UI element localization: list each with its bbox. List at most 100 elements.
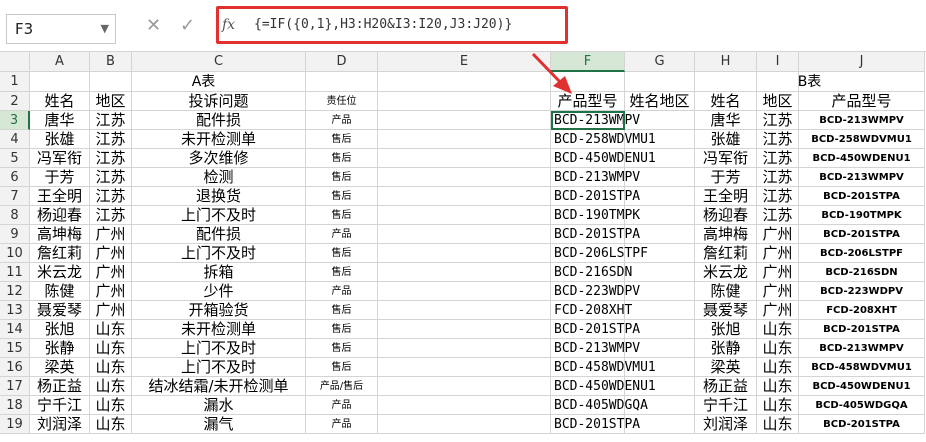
table-b-cell[interactable]: 山东 — [757, 415, 799, 434]
cell[interactable] — [378, 301, 551, 320]
table-b-cell[interactable]: BCD-223WDPV — [799, 282, 925, 301]
cell[interactable] — [625, 263, 695, 282]
table-a-header[interactable]: 责任位 — [306, 92, 378, 111]
name-box[interactable]: F3 ▼ — [6, 14, 116, 44]
table-a-cell[interactable]: 产品/售后 — [306, 377, 378, 396]
cell[interactable] — [378, 339, 551, 358]
table-b-cell[interactable]: BCD-201STPA — [799, 320, 925, 339]
table-a-cell[interactable]: 张雄 — [30, 130, 90, 149]
helper-model-cell[interactable]: FCD-208XHT — [551, 301, 632, 320]
table-b-cell[interactable]: 江苏 — [757, 206, 799, 225]
table-b-cell[interactable]: 广州 — [757, 225, 799, 244]
row-header-9[interactable]: 9 — [0, 225, 30, 244]
helper-model-cell[interactable]: BCD-206LSTPF — [551, 244, 648, 263]
helper-model-cell[interactable]: BCD-201STPA — [551, 320, 640, 339]
cell[interactable] — [378, 358, 551, 377]
table-a-cell[interactable]: 售后 — [306, 320, 378, 339]
helper-model-cell[interactable]: BCD-213WMPV — [551, 111, 640, 130]
table-a-cell[interactable]: 售后 — [306, 168, 378, 187]
helper-model-cell[interactable]: BCD-213WMPV — [551, 339, 640, 358]
table-a-cell[interactable]: 产品 — [306, 282, 378, 301]
table-b-cell[interactable]: 聂爱琴 — [695, 301, 757, 320]
column-header-E[interactable]: E — [378, 52, 551, 72]
table-b-cell[interactable]: 于芳 — [695, 168, 757, 187]
table-b-cell[interactable]: 江苏 — [757, 168, 799, 187]
table-a-cell[interactable]: 配件损 — [132, 111, 306, 130]
table-a-cell[interactable]: 于芳 — [30, 168, 90, 187]
table-b-header[interactable]: 姓名 — [695, 92, 757, 111]
table-b-cell[interactable]: 杨迎春 — [695, 206, 757, 225]
table-b-cell[interactable]: 山东 — [757, 396, 799, 415]
table-a-cell[interactable]: 售后 — [306, 339, 378, 358]
table-a-cell[interactable]: 王全明 — [30, 187, 90, 206]
helper-header[interactable]: 姓名地区 — [625, 92, 695, 111]
table-a-cell[interactable]: 高坤梅 — [30, 225, 90, 244]
table-b-cell[interactable]: 陈健 — [695, 282, 757, 301]
column-header-G[interactable]: G — [625, 52, 695, 72]
cell[interactable] — [625, 72, 695, 92]
cell[interactable] — [378, 225, 551, 244]
cell[interactable] — [378, 396, 551, 415]
cell[interactable] — [551, 72, 625, 92]
table-b-cell[interactable]: 江苏 — [757, 149, 799, 168]
table-b-cell[interactable]: BCD-213WMPV — [799, 111, 925, 130]
helper-model-cell[interactable]: BCD-405WDGQA — [551, 396, 648, 415]
helper-model-cell[interactable]: BCD-458WDVMU1 — [551, 358, 656, 377]
row-header-17[interactable]: 17 — [0, 377, 30, 396]
helper-model-cell[interactable]: BCD-216SDN — [551, 263, 632, 282]
table-a-cell[interactable]: 产品 — [306, 225, 378, 244]
table-b-cell[interactable]: BCD-213WMPV — [799, 339, 925, 358]
row-header-4[interactable]: 4 — [0, 130, 30, 149]
table-a-cell[interactable]: 山东 — [90, 396, 132, 415]
table-a-cell[interactable]: 江苏 — [90, 111, 132, 130]
table-a-cell[interactable]: 陈健 — [30, 282, 90, 301]
table-b-cell[interactable]: 山东 — [757, 358, 799, 377]
select-all-corner[interactable] — [0, 52, 30, 72]
table-a-cell[interactable]: 广州 — [90, 244, 132, 263]
table-b-header[interactable]: 地区 — [757, 92, 799, 111]
row-header-12[interactable]: 12 — [0, 282, 30, 301]
row-header-13[interactable]: 13 — [0, 301, 30, 320]
table-a-cell[interactable]: 产品 — [306, 415, 378, 434]
table-a-cell[interactable]: 拆箱 — [132, 263, 306, 282]
table-a-cell[interactable]: 上门不及时 — [132, 244, 306, 263]
table-b-cell[interactable]: 江苏 — [757, 130, 799, 149]
table-b-cell[interactable]: 广州 — [757, 301, 799, 320]
cell[interactable] — [378, 377, 551, 396]
table-b-cell[interactable]: 山东 — [757, 377, 799, 396]
table-b-cell[interactable]: 江苏 — [757, 111, 799, 130]
table-a-cell[interactable]: 杨迎春 — [30, 206, 90, 225]
table-a-cell[interactable]: 广州 — [90, 301, 132, 320]
table-a-cell[interactable]: 广州 — [90, 225, 132, 244]
table-b-cell[interactable]: BCD-206LSTPF — [799, 244, 925, 263]
table-a-cell[interactable]: 上门不及时 — [132, 358, 306, 377]
helper-model-cell[interactable]: BCD-201STPA — [551, 187, 640, 206]
column-header-I[interactable]: I — [757, 52, 799, 72]
table-a-cell[interactable]: 江苏 — [90, 206, 132, 225]
column-header-A[interactable]: A — [30, 52, 90, 72]
row-header-8[interactable]: 8 — [0, 206, 30, 225]
column-header-H[interactable]: H — [695, 52, 757, 72]
column-header-B[interactable]: B — [90, 52, 132, 72]
table-a-cell[interactable]: 多次维修 — [132, 149, 306, 168]
table-a-cell[interactable]: 少件 — [132, 282, 306, 301]
formula-input[interactable]: {=IF({0,1},H3:H20&I3:I20,J3:J20)} — [254, 17, 512, 32]
row-header-11[interactable]: 11 — [0, 263, 30, 282]
table-b-cell[interactable]: 杨正益 — [695, 377, 757, 396]
cell[interactable] — [378, 111, 551, 130]
table-b-cell[interactable]: BCD-213WMPV — [799, 168, 925, 187]
table-b-cell[interactable]: 江苏 — [757, 187, 799, 206]
table-a-cell[interactable]: 江苏 — [90, 187, 132, 206]
table-a-cell[interactable]: 广州 — [90, 263, 132, 282]
table-a-cell[interactable]: 开箱验货 — [132, 301, 306, 320]
table-a-cell[interactable]: 产品 — [306, 111, 378, 130]
column-header-J[interactable]: J — [799, 52, 925, 72]
table-a-cell[interactable]: 宁千江 — [30, 396, 90, 415]
table-b-cell[interactable]: 米云龙 — [695, 263, 757, 282]
table-a-header[interactable]: 地区 — [90, 92, 132, 111]
row-header-15[interactable]: 15 — [0, 339, 30, 358]
table-a-cell[interactable]: 售后 — [306, 301, 378, 320]
table-b-cell[interactable]: 刘润泽 — [695, 415, 757, 434]
table-a-cell[interactable]: 售后 — [306, 358, 378, 377]
table-a-cell[interactable]: 广州 — [90, 282, 132, 301]
